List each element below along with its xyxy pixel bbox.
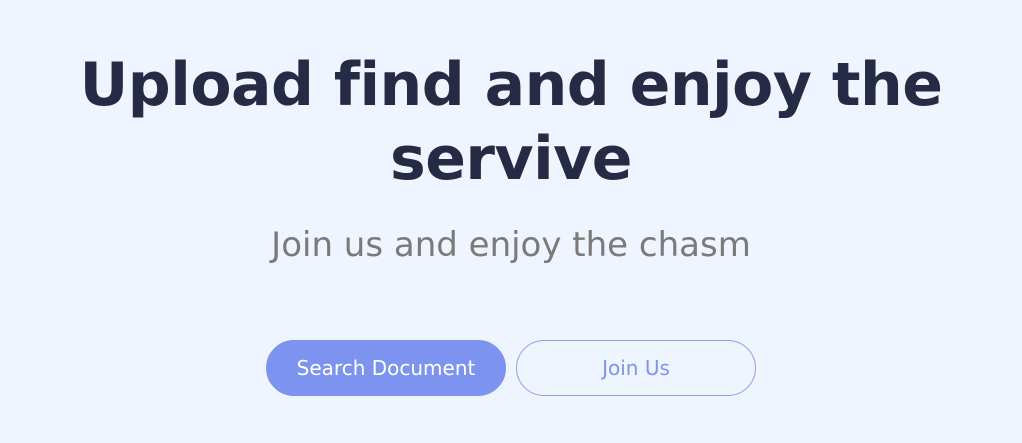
hero-section: Upload find and enjoy the servive Join u…	[0, 0, 1022, 443]
hero-subtitle: Join us and enjoy the chasm	[271, 225, 751, 265]
hero-title: Upload find and enjoy the servive	[79, 50, 943, 194]
search-document-button[interactable]: Search Document	[266, 340, 506, 396]
join-us-button[interactable]: Join Us	[516, 340, 756, 396]
hero-actions: Search Document Join Us	[0, 340, 1022, 397]
